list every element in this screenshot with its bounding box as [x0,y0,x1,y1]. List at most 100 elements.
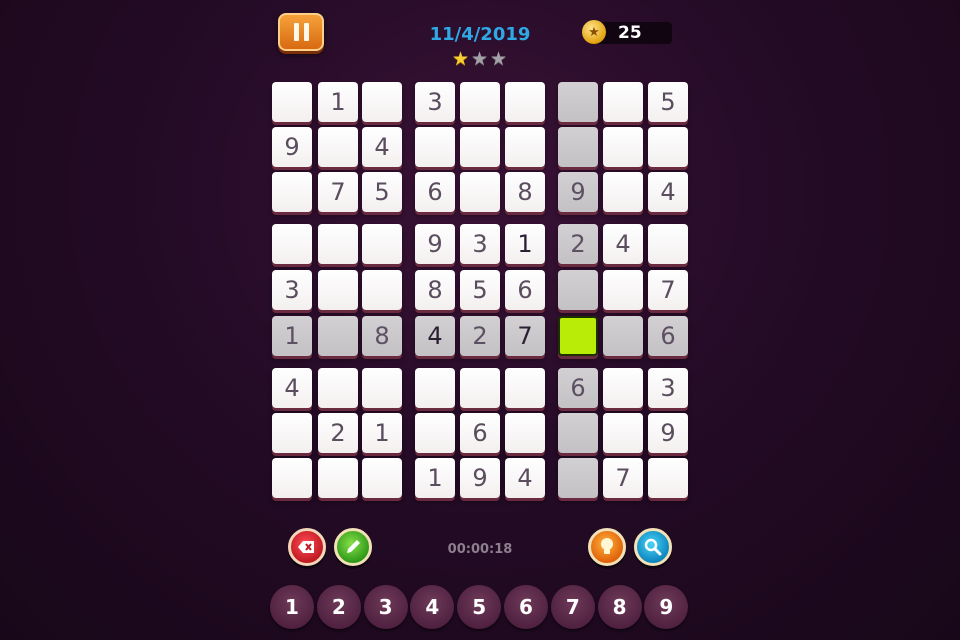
cell-r7-c9[interactable]: 3 [648,368,688,408]
cell-r5-c2[interactable] [318,270,358,310]
cell-r9-c2[interactable] [318,458,358,498]
numpad-key-8[interactable]: 8 [597,585,642,629]
cell-r5-c7[interactable] [558,270,598,310]
cell-r5-c6[interactable]: 6 [505,270,545,310]
cell-r1-c7[interactable] [558,82,598,122]
cell-r9-c1[interactable] [272,458,312,498]
cell-r6-c7[interactable] [558,316,598,356]
cell-r7-c5[interactable] [460,368,500,408]
cell-r8-c2[interactable]: 2 [318,413,358,453]
cell-r2-c1[interactable]: 9 [272,127,312,167]
cell-r6-c4[interactable]: 4 [415,316,455,356]
cell-r3-c2[interactable]: 7 [318,172,358,212]
cell-r2-c3[interactable]: 4 [362,127,402,167]
cell-r1-c6[interactable] [505,82,545,122]
cell-r4-c8[interactable]: 4 [603,224,643,264]
cell-r3-c4[interactable]: 6 [415,172,455,212]
pause-button[interactable] [278,13,324,51]
cell-r9-c9[interactable] [648,458,688,498]
cell-r5-c9[interactable]: 7 [648,270,688,310]
star-rating: ★ ★ ★ [451,49,508,69]
pause-icon [293,23,299,41]
cell-r5-c1[interactable]: 3 [272,270,312,310]
cell-r5-c8[interactable] [603,270,643,310]
cell-r1-c1[interactable] [272,82,312,122]
cell-r6-c6[interactable]: 7 [505,316,545,356]
cell-r4-c9[interactable] [648,224,688,264]
cell-r9-c4[interactable]: 1 [415,458,455,498]
pencil-button[interactable] [334,528,372,566]
cell-r5-c3[interactable] [362,270,402,310]
cell-r2-c9[interactable] [648,127,688,167]
cell-r9-c3[interactable] [362,458,402,498]
cell-r8-c5[interactable]: 6 [460,413,500,453]
cell-r7-c1[interactable]: 4 [272,368,312,408]
cell-r9-c5[interactable]: 9 [460,458,500,498]
cell-r6-c8[interactable] [603,316,643,356]
cell-r6-c2[interactable] [318,316,358,356]
cell-r9-c7[interactable] [558,458,598,498]
cell-r3-c6[interactable]: 8 [505,172,545,212]
star-icon-grey: ★ [489,48,508,70]
cell-r4-c3[interactable] [362,224,402,264]
cell-r8-c6[interactable] [505,413,545,453]
zoom-button[interactable] [634,528,672,566]
cell-r1-c9[interactable]: 5 [648,82,688,122]
cell-r3-c1[interactable] [272,172,312,212]
cell-r2-c7[interactable] [558,127,598,167]
numpad-key-6[interactable]: 6 [504,585,548,629]
cell-r3-c9[interactable]: 4 [648,172,688,212]
cell-r4-c1[interactable] [272,224,312,264]
cell-r7-c3[interactable] [362,368,402,408]
cell-r1-c2[interactable]: 1 [318,82,358,122]
cell-r8-c3[interactable]: 1 [362,413,402,453]
cell-r7-c2[interactable] [318,368,358,408]
cell-r3-c3[interactable]: 5 [362,172,402,212]
cell-r4-c7[interactable]: 2 [558,224,598,264]
numpad-key-4[interactable]: 4 [410,585,455,629]
numpad-key-9[interactable]: 9 [644,585,689,629]
cell-r8-c7[interactable] [558,413,598,453]
cell-r5-c4[interactable]: 8 [415,270,455,310]
cell-r1-c8[interactable] [603,82,643,122]
erase-button[interactable] [288,528,326,566]
cell-r2-c6[interactable] [505,127,545,167]
cell-r1-c3[interactable] [362,82,402,122]
numpad-key-3[interactable]: 3 [363,585,408,629]
cell-r8-c1[interactable] [272,413,312,453]
cell-r6-c5[interactable]: 2 [460,316,500,356]
cell-r6-c9[interactable]: 6 [648,316,688,356]
numpad-key-7[interactable]: 7 [550,585,595,629]
cell-r7-c4[interactable] [415,368,455,408]
cell-r6-c3[interactable]: 8 [362,316,402,356]
cell-r9-c6[interactable]: 4 [505,458,545,498]
cell-r4-c6[interactable]: 1 [505,224,545,264]
cell-r2-c8[interactable] [603,127,643,167]
cell-r9-c8[interactable]: 7 [603,458,643,498]
cell-r7-c7[interactable]: 6 [558,368,598,408]
number-pad: 123456789 [270,585,690,629]
cell-r1-c4[interactable]: 3 [415,82,455,122]
cell-r4-c4[interactable]: 9 [415,224,455,264]
cell-r3-c7[interactable]: 9 [558,172,598,212]
cell-r2-c4[interactable] [415,127,455,167]
numpad-key-2[interactable]: 2 [316,585,361,629]
pencil-icon [347,540,360,553]
cell-r2-c2[interactable] [318,127,358,167]
cell-r3-c8[interactable] [603,172,643,212]
cell-r8-c8[interactable] [603,413,643,453]
cell-r4-c5[interactable]: 3 [460,224,500,264]
cell-r2-c5[interactable] [460,127,500,167]
cell-r7-c8[interactable] [603,368,643,408]
hint-button[interactable] [588,528,626,566]
cell-r1-c5[interactable] [460,82,500,122]
cell-r7-c6[interactable] [505,368,545,408]
cell-r8-c9[interactable]: 9 [648,413,688,453]
cell-r3-c5[interactable] [460,172,500,212]
cell-r5-c5[interactable]: 5 [460,270,500,310]
cell-r8-c4[interactable] [415,413,455,453]
numpad-key-5[interactable]: 5 [457,585,502,629]
cell-r6-c1[interactable]: 1 [272,316,312,356]
numpad-key-1[interactable]: 1 [270,585,314,629]
cell-r4-c2[interactable] [318,224,358,264]
